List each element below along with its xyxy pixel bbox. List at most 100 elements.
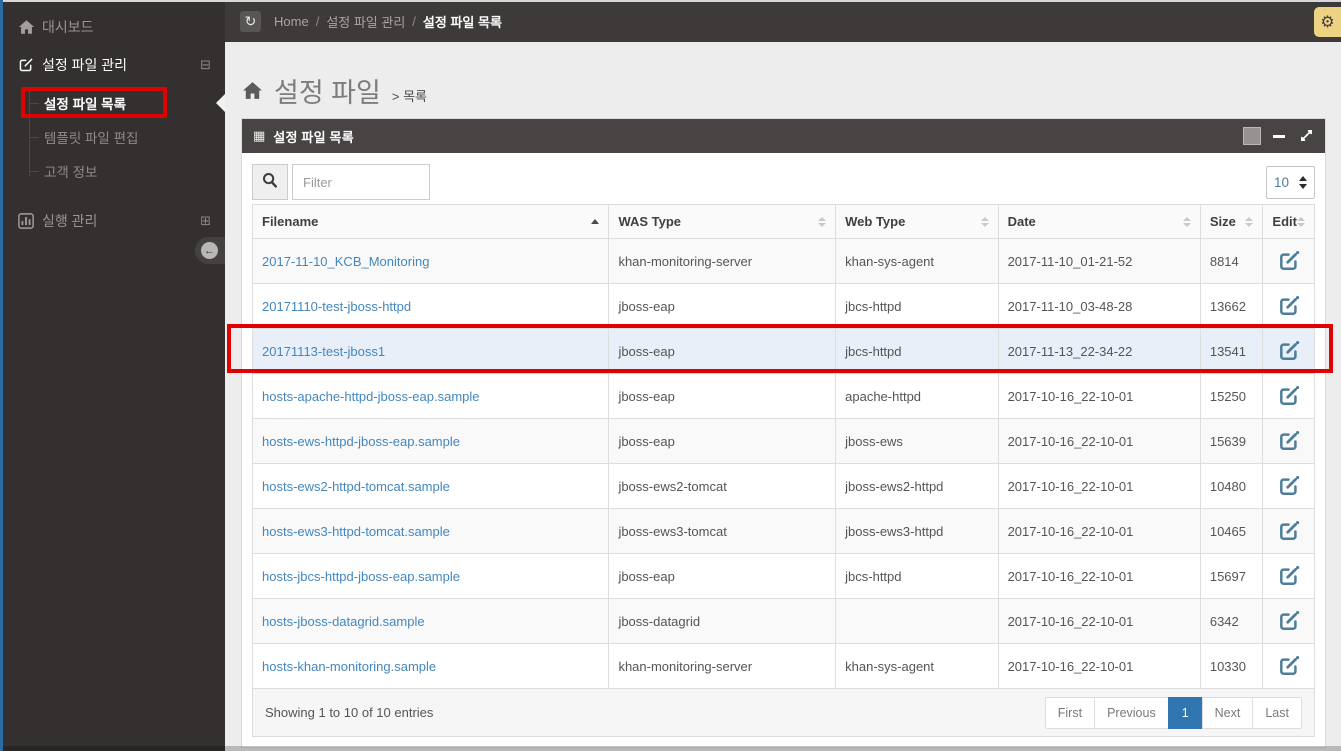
filename-link[interactable]: 20171113-test-jboss1 xyxy=(262,344,385,359)
edit-button[interactable] xyxy=(1278,295,1300,317)
table-row[interactable]: hosts-ews3-httpd-tomcat.sample jboss-ews… xyxy=(251,508,1315,554)
column-header-edit[interactable]: Edit xyxy=(1262,204,1315,239)
date-cell: 2017-10-16_22-10-01 xyxy=(997,643,1201,689)
edit-button[interactable] xyxy=(1278,610,1300,632)
sidebar-child-label: 설정 파일 목록 xyxy=(44,97,127,112)
table-row[interactable]: hosts-ews2-httpd-tomcat.sample jboss-ews… xyxy=(251,463,1315,509)
filename-link[interactable]: hosts-ews3-httpd-tomcat.sample xyxy=(262,524,450,539)
filename-link[interactable]: 2017-11-10_KCB_Monitoring xyxy=(262,254,429,269)
sidebar-child-label: 고객 정보 xyxy=(44,165,98,180)
breadcrumb-config-file-management[interactable]: 설정 파일 관리 xyxy=(326,12,405,31)
collapse-minus-icon[interactable]: ⊟ xyxy=(200,57,211,73)
pagination-next[interactable]: Next xyxy=(1201,696,1254,729)
panel-header: ▦ 설정 파일 목록 xyxy=(242,119,1325,153)
sidebar-item-template-file-edit[interactable]: 템플릿 파일 편집 xyxy=(0,120,225,154)
table-row[interactable]: hosts-apache-httpd-jboss-eap.sample jbos… xyxy=(251,373,1315,419)
pagination-first[interactable]: First xyxy=(1044,696,1096,729)
column-header-filename[interactable]: Filename xyxy=(251,204,610,239)
edit-button[interactable] xyxy=(1278,340,1300,362)
pagination-page-1[interactable]: 1 xyxy=(1167,696,1203,729)
panel-fullscreen-icon[interactable] xyxy=(1300,129,1313,142)
filename-link[interactable]: hosts-jbcs-httpd-jboss-eap.sample xyxy=(262,569,460,584)
date-cell: 2017-11-13_22-34-22 xyxy=(997,328,1201,374)
breadcrumb: Home / 설정 파일 관리 / 설정 파일 목록 xyxy=(274,12,502,31)
breadcrumb-separator: / xyxy=(412,13,416,29)
date-cell: 2017-10-16_22-10-01 xyxy=(997,508,1201,554)
was-type-cell: jboss-ews2-tomcat xyxy=(608,463,837,509)
subtitle-text: 목록 xyxy=(403,88,428,104)
table-row[interactable]: hosts-ews-httpd-jboss-eap.sample jboss-e… xyxy=(251,418,1315,464)
sidebar-item-dashboard[interactable]: 대시보드 xyxy=(0,8,225,46)
panel-title: 설정 파일 목록 xyxy=(273,129,354,145)
breadcrumb-home[interactable]: Home xyxy=(274,14,309,29)
date-cell: 2017-11-10_01-21-52 xyxy=(997,238,1201,284)
sort-ascending-icon xyxy=(591,219,600,224)
column-header-was-type[interactable]: WAS Type xyxy=(608,204,837,239)
sidebar-item-label: 실행 관리 xyxy=(42,213,98,229)
was-type-cell: jboss-datagrid xyxy=(608,598,837,644)
filename-link[interactable]: hosts-ews-httpd-jboss-eap.sample xyxy=(262,434,460,449)
pagination: First Previous 1 Next Last xyxy=(1044,696,1302,729)
edit-button[interactable] xyxy=(1278,250,1300,272)
column-header-date[interactable]: Date xyxy=(997,204,1201,239)
main-content: ↻ Home / 설정 파일 관리 / 설정 파일 목록 ⚙ 설정 파일 > 목… xyxy=(225,0,1341,751)
filename-link[interactable]: hosts-apache-httpd-jboss-eap.sample xyxy=(262,389,480,404)
sidebar: 대시보드 설정 파일 관리 ⊟ 설정 파일 목록 템플릿 파일 편집 고객 정보 xyxy=(0,0,225,751)
sidebar-item-config-file-list[interactable]: 설정 파일 목록 xyxy=(0,86,225,120)
table-row[interactable]: 20171110-test-jboss-httpd jboss-eap jbcs… xyxy=(251,283,1315,329)
panel-square-button[interactable] xyxy=(1243,127,1261,145)
sort-icon xyxy=(1245,216,1254,227)
size-cell: 10330 xyxy=(1199,643,1264,689)
stepper-arrows-icon[interactable] xyxy=(1299,175,1307,189)
refresh-icon[interactable]: ↻ xyxy=(240,10,261,32)
sort-icon xyxy=(980,216,989,227)
column-header-size[interactable]: Size xyxy=(1199,204,1264,239)
web-type-cell xyxy=(835,598,999,644)
table-grid-icon: ▦ xyxy=(253,128,266,143)
table-footer: Showing 1 to 10 of 10 entries First Prev… xyxy=(252,689,1315,737)
filename-link[interactable]: 20171110-test-jboss-httpd xyxy=(262,299,411,314)
date-cell: 2017-10-16_22-10-01 xyxy=(997,373,1201,419)
sidebar-collapse-button[interactable]: ← xyxy=(195,237,225,264)
home-icon xyxy=(18,19,42,35)
settings-gear-button[interactable]: ⚙ xyxy=(1314,7,1341,37)
sidebar-item-customer-info[interactable]: 고객 정보 xyxy=(0,154,225,188)
filename-link[interactable]: hosts-jboss-datagrid.sample xyxy=(262,614,425,629)
edit-button[interactable] xyxy=(1278,430,1300,452)
page-header: 설정 파일 > 목록 xyxy=(225,42,1341,118)
filter-input[interactable] xyxy=(292,164,430,200)
column-header-web-type[interactable]: Web Type xyxy=(835,204,999,239)
filename-link[interactable]: hosts-ews2-httpd-tomcat.sample xyxy=(262,479,450,494)
size-cell: 15697 xyxy=(1199,553,1264,599)
sidebar-item-execution-management[interactable]: 실행 관리 ⊞ xyxy=(0,202,225,240)
web-type-cell: jboss-ews3-httpd xyxy=(835,508,999,554)
panel-collapse-button[interactable] xyxy=(1273,135,1285,138)
date-cell: 2017-10-16_22-10-01 xyxy=(997,553,1201,599)
filename-link[interactable]: hosts-khan-monitoring.sample xyxy=(262,659,436,674)
web-type-cell: jbcs-httpd xyxy=(835,283,999,329)
table-row[interactable]: 2017-11-10_KCB_Monitoring khan-monitorin… xyxy=(251,238,1315,284)
table-row[interactable]: hosts-jbcs-httpd-jboss-eap.sample jboss-… xyxy=(251,553,1315,599)
edit-button[interactable] xyxy=(1278,655,1300,677)
table-row[interactable]: 20171113-test-jboss1 jboss-eap jbcs-http… xyxy=(251,328,1315,374)
web-type-cell: apache-httpd xyxy=(835,373,999,419)
sidebar-item-label: 설정 파일 관리 xyxy=(42,57,128,73)
table-row[interactable]: hosts-jboss-datagrid.sample jboss-datagr… xyxy=(251,598,1315,644)
sidebar-item-config-file-management[interactable]: 설정 파일 관리 ⊟ xyxy=(0,46,225,84)
edit-button[interactable] xyxy=(1278,520,1300,542)
expand-plus-icon[interactable]: ⊞ xyxy=(200,213,211,229)
arrow-circle-left-icon: ← xyxy=(201,242,218,259)
page-subtitle: > 목록 xyxy=(392,86,427,105)
page-size-select[interactable]: 10 xyxy=(1266,165,1315,199)
table-header: Filename WAS Type Web Type Date Size Edi… xyxy=(251,204,1315,239)
edit-button[interactable] xyxy=(1278,565,1300,587)
size-cell: 10480 xyxy=(1199,463,1264,509)
web-type-cell: jboss-ews2-httpd xyxy=(835,463,999,509)
pagination-last[interactable]: Last xyxy=(1252,696,1302,729)
table-row[interactable]: hosts-khan-monitoring.sample khan-monito… xyxy=(251,643,1315,689)
pagination-previous[interactable]: Previous xyxy=(1094,696,1169,729)
was-type-cell: jboss-eap xyxy=(608,418,837,464)
window-frame-bottom xyxy=(0,746,1341,751)
edit-button[interactable] xyxy=(1278,385,1300,407)
edit-button[interactable] xyxy=(1278,475,1300,497)
